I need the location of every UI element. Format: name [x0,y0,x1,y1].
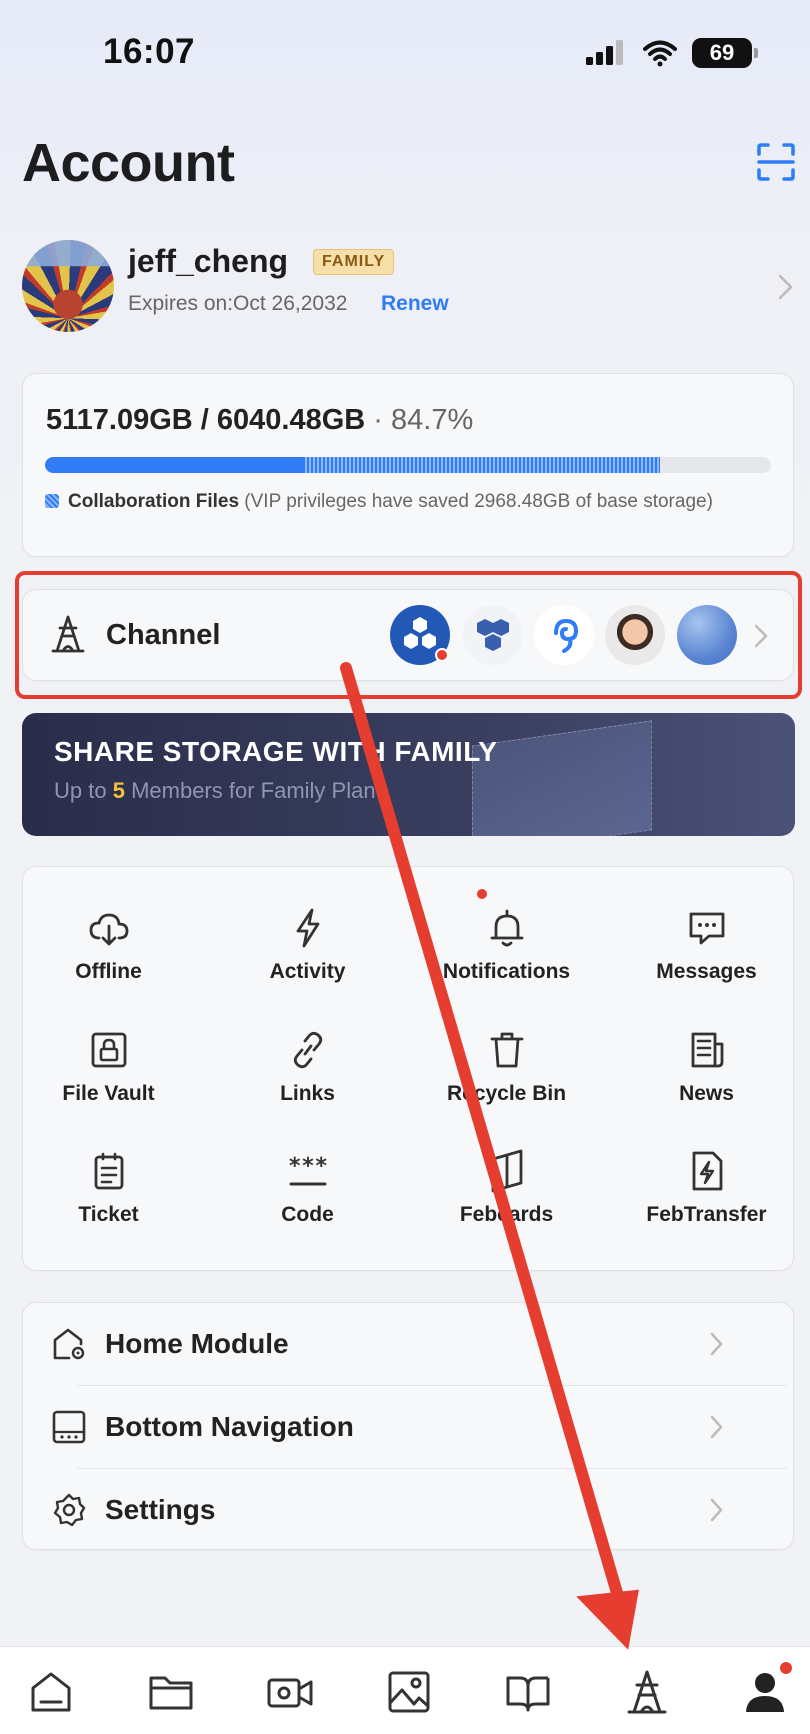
book-card-icon [491,1149,522,1193]
clipboard-icon [94,1152,123,1190]
tool-activity[interactable]: Activity [211,906,404,1016]
trash-icon [490,1032,523,1068]
nav-book-icon[interactable] [504,1668,552,1716]
list-label: Home Module [105,1328,289,1359]
collab-legend-label: Collaboration Files [68,491,240,512]
settings-list: Home Module Bottom Navigation Settings [22,1302,794,1550]
tool-febcards[interactable]: Febcards [410,1149,603,1259]
tool-label: Ticket [78,1203,139,1226]
list-item-bottom-navigation[interactable]: Bottom Navigation [23,1386,747,1468]
bottom-bar-icon [52,1410,86,1444]
tool-label: Messages [656,960,757,983]
nav-photo-icon[interactable] [385,1668,433,1716]
avatar[interactable] [22,240,114,332]
nav-profile-badge [780,1662,792,1674]
chevron-right-icon [710,1498,723,1522]
storage-progress-bar [45,457,771,473]
collab-legend: Collaboration Files (VIP privileges have… [68,490,768,513]
storage-percent: 84.7% [391,404,474,436]
tool-label: News [679,1082,734,1105]
banner-sub-suffix: Members for Family Plan [124,778,376,803]
renew-link[interactable]: Renew [381,292,449,316]
tool-label: Recycle Bin [446,1082,567,1105]
status-icons: 69 [584,38,758,68]
banner-sub-prefix: Up to [54,778,113,803]
banner-title: SHARE STORAGE WITH FAMILY [54,736,498,767]
bell-icon [490,909,523,947]
signal-icon [586,40,623,65]
tool-label: Febcards [459,1203,554,1226]
status-time: 16:07 [103,32,196,71]
svg-text:***: *** [288,1154,328,1179]
storage-usage: 5117.09GB / 6040.48GB · 84.7% [46,404,473,437]
link-icon [293,1031,322,1069]
tool-code[interactable]: *** Code [211,1149,404,1259]
home-gear-icon [53,1328,85,1360]
tool-label: Code [281,1203,334,1226]
tool-file-vault[interactable]: File Vault [12,1028,205,1138]
plan-badge: FAMILY [313,249,395,275]
tool-label: Offline [75,960,142,983]
lightning-icon [296,908,319,948]
list-item-settings[interactable]: Settings [23,1469,747,1551]
username[interactable]: jeff_cheng [128,243,288,280]
tool-offline[interactable]: Offline [12,906,205,1016]
collab-legend-note: (VIP privileges have saved 2968.48GB of … [239,491,713,512]
battery-level: 69 [709,40,735,65]
collab-legend-swatch [45,494,59,508]
notification-dot [477,889,487,899]
tool-label: Notifications [442,960,571,983]
nav-video-icon[interactable] [266,1668,314,1716]
storage-amount: 5117.09GB / 6040.48GB [46,404,366,436]
expiry-text: Expires on:Oct 26,2032 [128,292,348,315]
banner-member-count: 5 [112,778,125,803]
tool-label: FebTransfer [646,1203,767,1226]
nav-folder-icon[interactable] [147,1668,195,1716]
chat-bubble-icon [689,912,724,945]
chevron-right-icon [710,1415,723,1439]
tool-ticket[interactable]: Ticket [12,1149,205,1259]
cloud-download-icon [89,913,128,946]
storage-collab-fill [303,457,660,473]
list-label: Bottom Navigation [105,1411,354,1442]
tool-febtransfer[interactable]: FebTransfer [610,1149,803,1259]
chevron-right-icon[interactable] [776,272,796,302]
tool-news[interactable]: News [610,1028,803,1138]
scan-icon[interactable] [756,142,796,182]
file-bolt-icon [692,1151,722,1191]
lock-icon [91,1032,126,1068]
list-item-home-module[interactable]: Home Module [23,1303,747,1385]
gear-icon [53,1493,86,1527]
banner-subtitle: Up to 5 Members for Family Plan [54,778,376,804]
tool-links[interactable]: Links [211,1028,404,1138]
tool-label: Activity [269,960,346,983]
family-banner[interactable] [22,713,795,836]
tool-label: Links [280,1082,335,1105]
tool-label: File Vault [62,1082,155,1105]
asterisk-code-icon: *** [288,1154,328,1186]
highlight-box [15,571,802,699]
wifi-icon [643,40,677,67]
storage-used-fill [45,457,304,473]
battery-icon: 69 [692,38,758,68]
tool-messages[interactable]: Messages [610,906,803,1016]
tool-recycle-bin[interactable]: Recycle Bin [410,1028,603,1138]
nav-tower-icon[interactable] [623,1668,671,1716]
nav-home-icon[interactable] [27,1668,75,1716]
newspaper-icon [691,1032,723,1068]
chevron-right-icon [710,1332,723,1356]
page-title: Account [22,133,235,193]
nav-profile-icon[interactable] [741,1668,789,1716]
list-label: Settings [105,1494,216,1525]
tool-notifications[interactable]: Notifications [410,906,603,1016]
storage-separator: · [365,404,392,436]
